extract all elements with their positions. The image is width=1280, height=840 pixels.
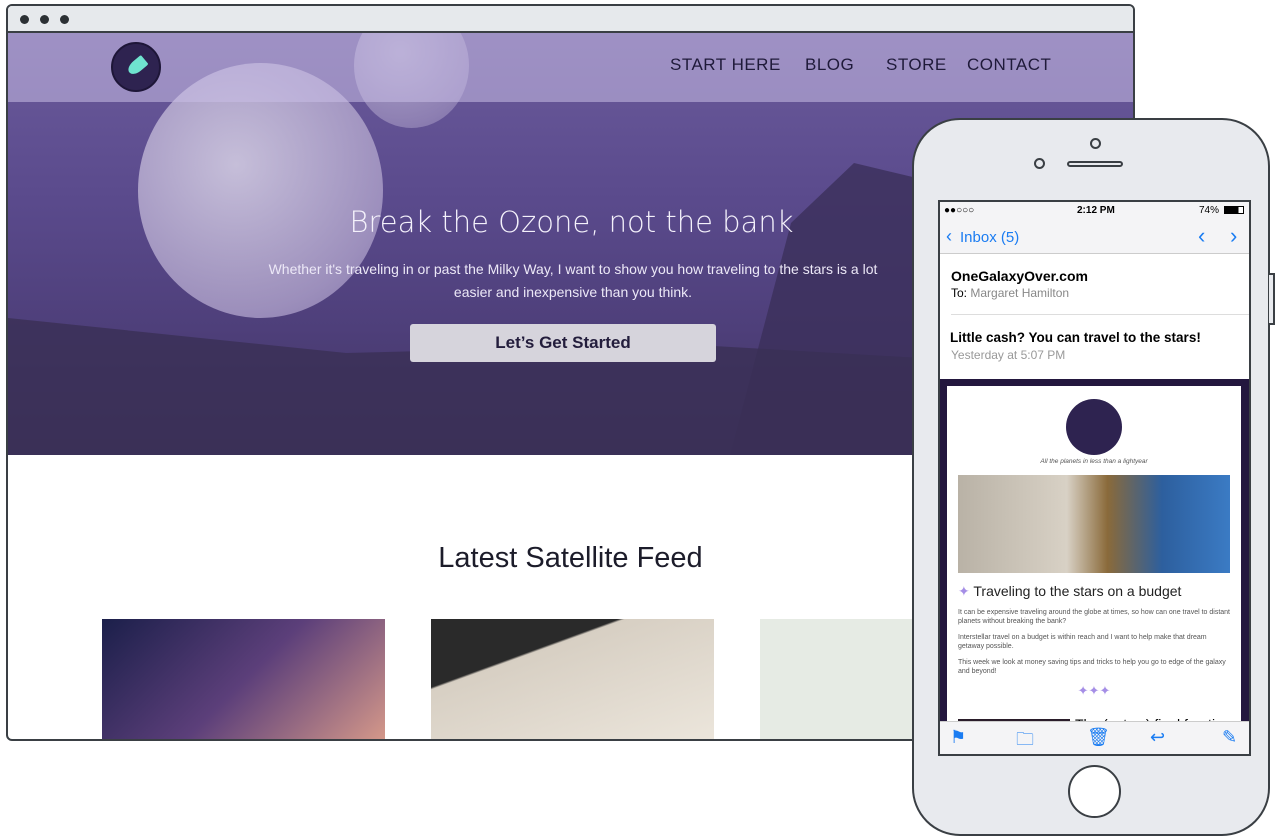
next-message-icon[interactable]: › xyxy=(1230,223,1237,249)
compose-icon[interactable]: ✎ xyxy=(1222,727,1237,748)
get-started-button[interactable]: Let’s Get Started xyxy=(410,324,716,362)
reply-icon[interactable]: ↩ xyxy=(1150,727,1165,748)
nav-contact[interactable]: CONTACT xyxy=(967,55,1051,75)
email-tagline: All the planets in less than a lightyear xyxy=(1040,458,1148,465)
window-minimize-dot[interactable] xyxy=(40,15,49,24)
email-sender: OneGalaxyOver.com xyxy=(951,268,1088,284)
window-maximize-dot[interactable] xyxy=(60,15,69,24)
window-close-dot[interactable] xyxy=(20,15,29,24)
trash-icon[interactable]: 🗑 xyxy=(1087,727,1110,748)
site-header xyxy=(8,33,1133,102)
nav-store[interactable]: STORE xyxy=(886,55,947,75)
battery-icon xyxy=(1224,206,1244,214)
astronaut-image xyxy=(958,475,1230,573)
hero-subtitle: Whether it's traveling in or past the Mi… xyxy=(268,261,878,300)
email-logo xyxy=(1066,399,1122,455)
email-recipient: Margaret Hamilton xyxy=(970,286,1070,300)
status-time: 2:12 PM xyxy=(1077,205,1115,216)
stars-divider-icon: ✦✦✦ xyxy=(1077,683,1111,698)
mail-toolbar: ⚑ 🗀 🗑 ↩ ✎ xyxy=(940,721,1249,754)
phone-camera xyxy=(1090,138,1101,149)
phone-sensor xyxy=(1034,158,1045,169)
home-button[interactable] xyxy=(1068,765,1121,818)
mail-nav-bar: ‹ Inbox (5) ‹ › xyxy=(940,219,1249,254)
signal-indicator: ●●○○○ xyxy=(944,205,975,216)
title-bar xyxy=(8,6,1133,33)
flag-icon[interactable]: ⚑ xyxy=(950,727,966,748)
email-paragraph: Interstellar travel on a budget is withi… xyxy=(958,634,1207,650)
email-date: Yesterday at 5:07 PM xyxy=(951,348,1066,362)
battery-percent: 74% xyxy=(1198,205,1219,216)
email-subject: Little cash? You can travel to the stars… xyxy=(950,330,1201,345)
email-paragraph: It can be expensive traveling around the… xyxy=(958,609,1230,625)
email-paragraph: This week we look at money saving tips a… xyxy=(958,659,1226,675)
sparkle-icon: ✦ xyxy=(958,583,970,599)
phone-speaker xyxy=(1067,161,1123,167)
phone-screen: ●●○○○ 2:12 PM 74% ‹ Inbox (5) ‹ › OneGal… xyxy=(938,200,1251,756)
nav-start-here[interactable]: START HERE xyxy=(670,55,781,75)
previous-message-icon[interactable]: ‹ xyxy=(1198,223,1205,249)
site-logo[interactable] xyxy=(111,42,161,92)
phone-side-button xyxy=(1269,273,1275,325)
email-heading: Traveling to the stars on a budget xyxy=(973,583,1182,599)
status-bar: ●●○○○ 2:12 PM 74% xyxy=(940,202,1249,219)
nav-blog[interactable]: BLOG xyxy=(805,55,854,75)
folder-icon[interactable]: 🗀 xyxy=(1016,727,1034,754)
feed-card-image[interactable] xyxy=(431,619,714,739)
email-body: All the planets in less than a lightyear… xyxy=(940,379,1249,732)
inbox-back-button[interactable]: Inbox (5) xyxy=(960,229,1019,246)
feed-card-image[interactable] xyxy=(102,619,385,739)
to-label: To: xyxy=(951,286,968,300)
back-chevron-icon[interactable]: ‹ xyxy=(946,226,952,247)
